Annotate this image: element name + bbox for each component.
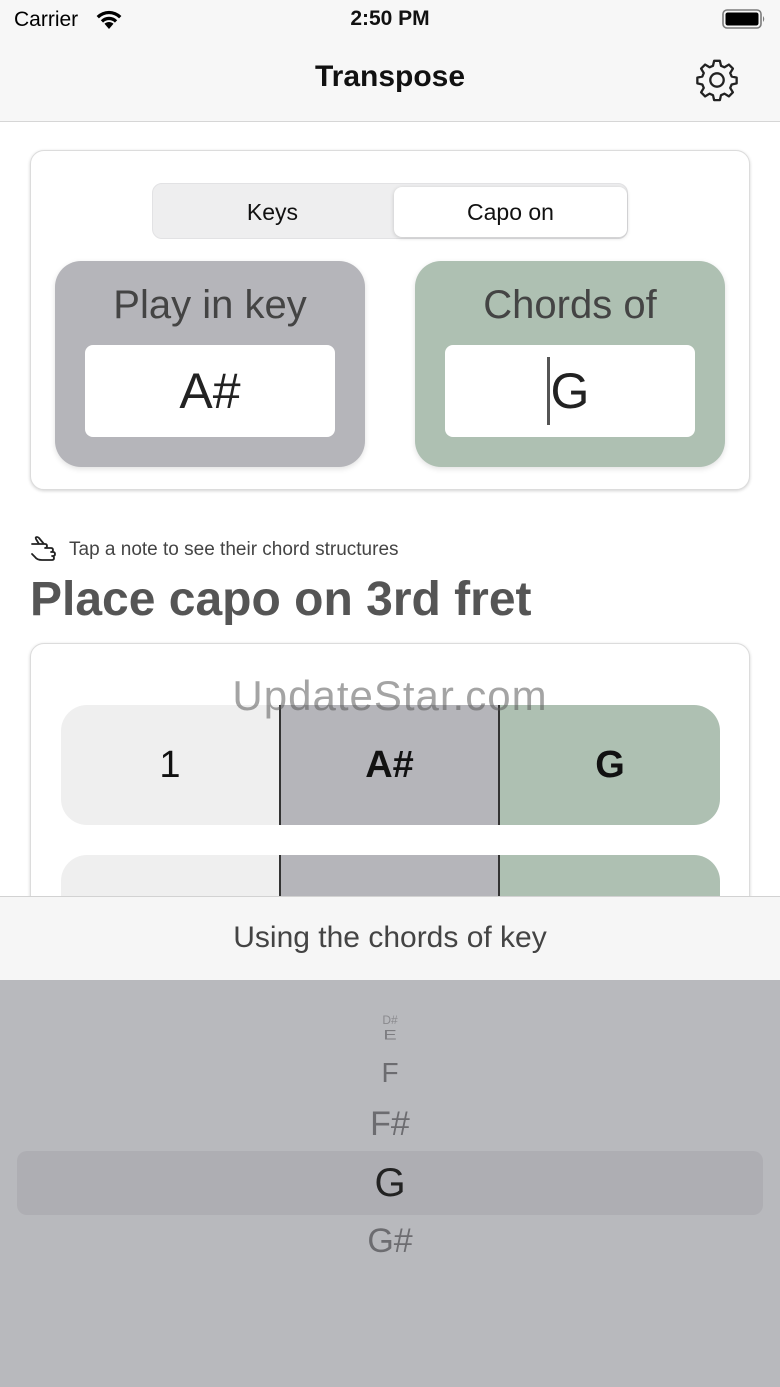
battery-icon (722, 9, 765, 29)
chords-of-field[interactable]: G (445, 345, 695, 437)
picker-title: Using the chords of key (233, 921, 547, 954)
picker-option[interactable]: F# (0, 1105, 780, 1144)
key-selection-card: Keys Capo on Play in key A# Chords of G (30, 150, 750, 490)
picker-toolbar: Using the chords of key (0, 896, 780, 980)
chords-of-label: Chords of (483, 283, 657, 327)
key-picker[interactable]: D# E F F# G G# (0, 980, 780, 1387)
navigation-bar: Transpose (0, 40, 780, 122)
chords-of-value: G (550, 363, 590, 419)
row-number: 1 (61, 705, 279, 825)
table-row[interactable]: 1 A# G (61, 705, 720, 825)
row-chord-key: G (500, 705, 720, 825)
mode-segmented-control: Keys Capo on (152, 183, 628, 239)
play-in-key-label: Play in key (113, 283, 307, 327)
picker-option[interactable]: D# (0, 1013, 780, 1027)
page-title: Transpose (314, 60, 466, 93)
chords-of-box: Chords of G (415, 261, 725, 467)
status-bar: Carrier 2:50 PM (0, 0, 780, 40)
watermark: UpdateStar.com (232, 672, 548, 719)
gear-icon[interactable] (694, 57, 740, 103)
picker-option[interactable]: G# (0, 1222, 780, 1261)
row-play-key: A# (279, 705, 500, 825)
hand-pointer-icon (31, 536, 56, 561)
picker-option[interactable]: F (0, 1057, 780, 1089)
hint-text: Tap a note to see their chord structures (69, 539, 399, 560)
capo-heading: Place capo on 3rd fret (30, 573, 532, 626)
segment-capo-on[interactable]: Capo on (394, 187, 627, 237)
picker-option-selected[interactable]: G (0, 1161, 780, 1206)
picker-option[interactable]: E (0, 1027, 780, 1043)
text-cursor (547, 357, 550, 425)
segment-keys[interactable]: Keys (156, 187, 389, 237)
play-in-key-field[interactable]: A# (85, 345, 335, 437)
play-in-key-box: Play in key A# (55, 261, 365, 467)
status-time: 2:50 PM (350, 7, 430, 30)
